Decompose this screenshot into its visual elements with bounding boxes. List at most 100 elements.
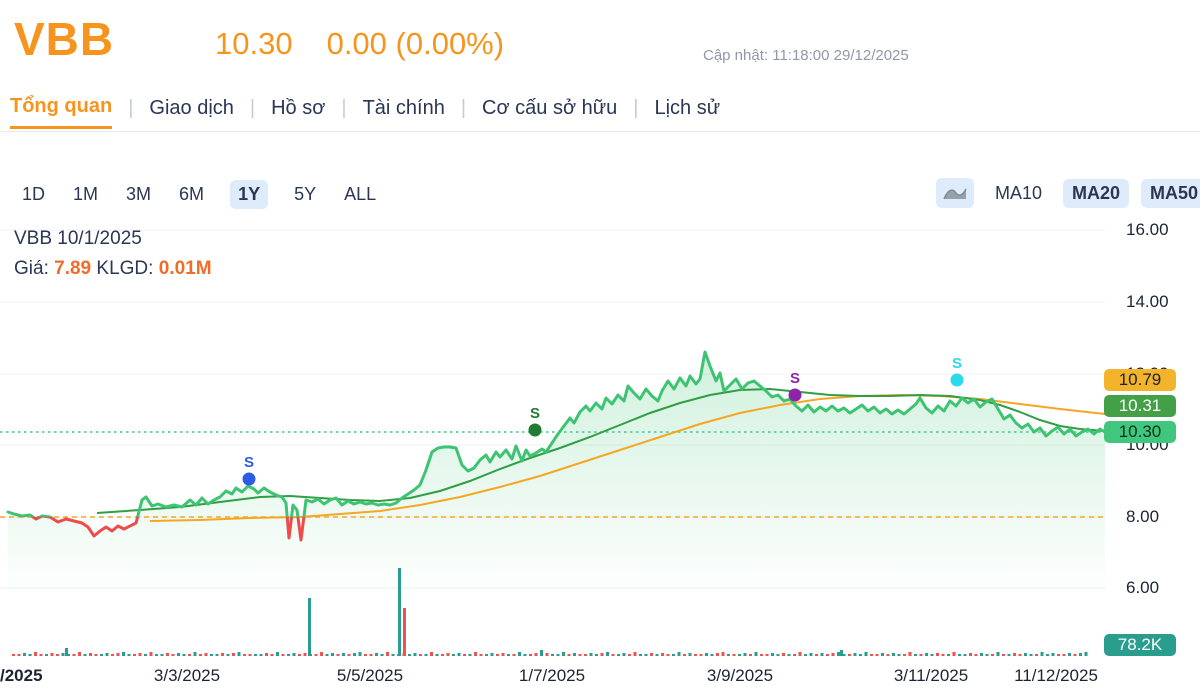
volume-bar	[106, 653, 109, 656]
volume-bar	[1052, 653, 1055, 656]
volume-bar	[29, 654, 32, 656]
x-axis-label: 3/11/2025	[894, 666, 968, 686]
volume-bar	[331, 653, 334, 656]
volume-bar	[656, 654, 659, 656]
volume-bar	[238, 652, 241, 656]
volume-bar	[975, 654, 978, 656]
volume-bar	[155, 654, 158, 656]
volume-bar	[342, 653, 345, 656]
volume-bar	[430, 652, 433, 656]
volume-bar	[579, 654, 582, 656]
price-chart[interactable]: SSSS	[0, 0, 1200, 695]
volume-bar	[777, 654, 780, 656]
x-axis-label: 3/3/2025	[154, 666, 220, 686]
volume-bar	[56, 654, 59, 656]
volume-bar	[161, 654, 164, 656]
volume-bar	[491, 653, 494, 656]
volume-bar	[529, 654, 532, 656]
y-axis-label: 14.00	[1126, 292, 1196, 312]
volume-bar	[546, 653, 549, 656]
volume-bar	[265, 653, 268, 656]
volume-bar	[859, 654, 862, 656]
volume-bar	[848, 654, 851, 656]
volume-bar	[1035, 654, 1038, 656]
volume-bar	[623, 653, 626, 656]
volume-bar	[557, 654, 560, 656]
volume-bar	[887, 654, 890, 656]
volume-bar	[166, 653, 169, 656]
volume-bar	[722, 652, 725, 656]
volume-bar	[441, 654, 444, 656]
volume-bar	[249, 654, 252, 656]
volume-bar	[282, 654, 285, 656]
volume-bar	[953, 652, 956, 656]
volume-bar	[524, 654, 527, 656]
volume-bar	[375, 653, 378, 656]
volume-bar	[782, 653, 785, 656]
volume-bar	[1019, 654, 1022, 656]
volume-bar	[326, 654, 329, 656]
volume-bar	[705, 653, 708, 656]
volume-bar	[469, 654, 472, 656]
volume-bar	[964, 654, 967, 656]
volume-bar	[243, 654, 246, 656]
price-axis-badge: 10.30	[1104, 421, 1176, 443]
volume-bar	[788, 654, 791, 656]
volume-bar	[111, 654, 114, 656]
volume-bar	[353, 653, 356, 656]
volume-bar-spike	[403, 608, 406, 656]
price-axis-badge: 10.31	[1104, 395, 1176, 417]
volume-bar	[304, 653, 307, 656]
volume-bar	[694, 654, 697, 656]
volume-bar	[436, 654, 439, 656]
volume-bar	[551, 654, 554, 656]
volume-bar	[986, 654, 989, 656]
volume-bar	[144, 654, 147, 656]
x-axis-label: 1/7/2025	[519, 666, 585, 686]
volume-bar	[612, 654, 615, 656]
volume-bar	[650, 653, 653, 656]
price-axis-badge: 10.79	[1104, 369, 1176, 391]
volume-bar	[337, 654, 340, 656]
x-axis-label: /2025	[0, 666, 43, 686]
volume-bar	[95, 654, 98, 656]
volume-bar	[447, 653, 450, 656]
volume-bar	[639, 654, 642, 656]
volume-bar	[562, 652, 565, 656]
volume-bar	[227, 654, 230, 656]
volume-bar	[370, 654, 373, 656]
volume-bar	[815, 654, 818, 656]
trade-marker-dot	[951, 374, 964, 387]
volume-bar	[804, 654, 807, 656]
volume-bar	[689, 653, 692, 656]
volume-bar	[920, 654, 923, 656]
volume-bar	[18, 654, 21, 656]
volume-bar	[62, 653, 65, 656]
volume-bar	[628, 654, 631, 656]
volume-bar-spike	[840, 650, 843, 656]
volume-bar	[232, 653, 235, 656]
volume-bar	[315, 654, 318, 656]
trade-marker-label: S	[790, 370, 800, 387]
volume-bar	[760, 654, 763, 656]
volume-bar	[535, 653, 538, 656]
volume-bar	[298, 654, 301, 656]
volume-bar	[40, 654, 43, 656]
volume-bar	[364, 654, 367, 656]
volume-bar	[892, 653, 895, 656]
y-axis-label: 8.00	[1126, 507, 1196, 527]
volume-bar	[590, 653, 593, 656]
volume-bar	[727, 654, 730, 656]
volume-axis-badge: 78.2K	[1104, 634, 1176, 656]
volume-bar	[458, 653, 461, 656]
volume-bar	[1068, 653, 1071, 656]
volume-bar	[755, 652, 758, 656]
volume-bar	[1030, 654, 1033, 656]
volume-bar	[117, 653, 120, 656]
volume-bar	[925, 653, 928, 656]
volume-bar	[408, 654, 411, 656]
volume-bar	[606, 652, 609, 656]
volume-bar	[518, 652, 521, 656]
volume-bar	[210, 654, 213, 656]
volume-bar	[672, 654, 675, 656]
